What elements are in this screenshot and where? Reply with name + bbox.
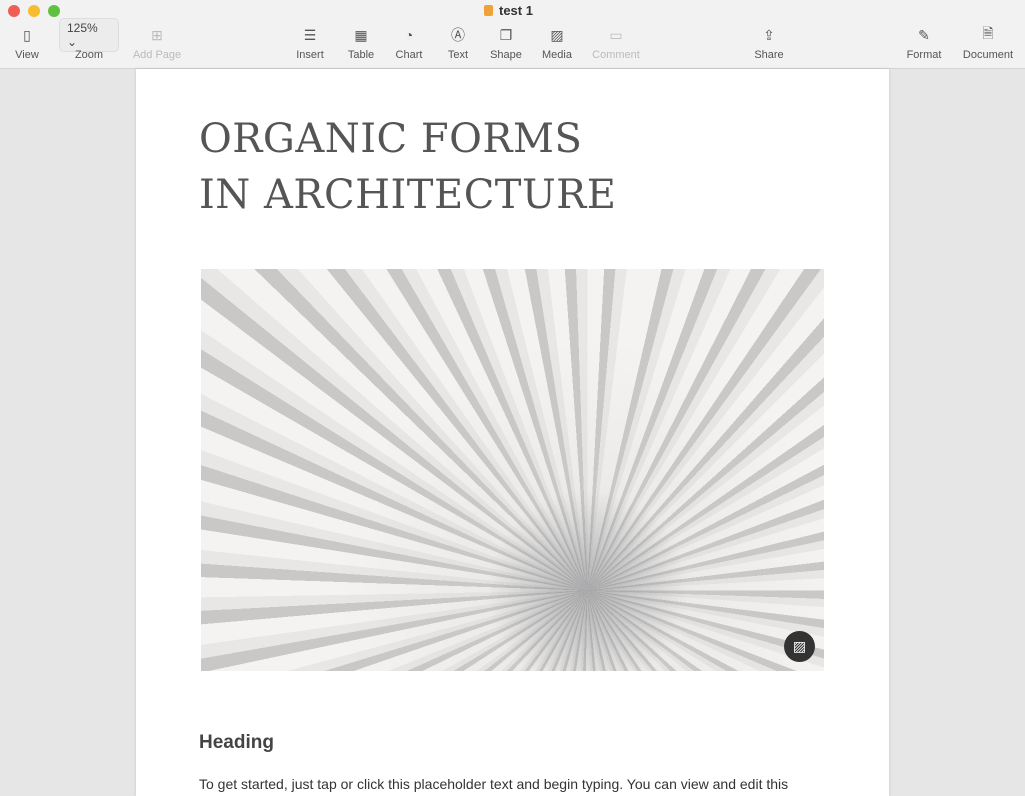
paintbrush-icon: ✎ (918, 26, 930, 43)
shape-label: Shape (490, 49, 522, 61)
heading[interactable]: Heading (199, 732, 274, 754)
architecture-image[interactable]: ▨ (201, 269, 824, 671)
table-label: Table (347, 49, 375, 61)
comment-icon: ▭ (609, 26, 623, 43)
zoom-button[interactable] (48, 5, 60, 17)
view-button[interactable]: ▯ View (0, 24, 57, 62)
document-label: Document (962, 49, 1014, 61)
share-button[interactable]: ⇪ Share (739, 24, 799, 62)
comment-button[interactable]: ▭ Comment (586, 24, 646, 62)
media-button[interactable]: ▨ Media (527, 24, 587, 62)
text-box-icon: Ⓐ (451, 27, 465, 43)
toolbar: test 1 ▯ View 125% ⌄ Zoom ⊞ Add Page ☰ Inser… (0, 0, 1025, 69)
document-icon: 🗎 (982, 25, 994, 41)
close-button[interactable] (8, 5, 20, 17)
title-line-2: IN ARCHITECTURE (199, 172, 617, 218)
photo-icon: ▨ (550, 26, 564, 43)
zoom-label: Zoom (74, 49, 104, 61)
insert-icon: ☰ (303, 26, 317, 43)
shape-icon: ❐ (499, 26, 513, 43)
document-title[interactable]: ORGANIC FORMS IN ARCHITECTURE (199, 111, 617, 223)
document-button[interactable]: 🗎 Document (958, 24, 1018, 61)
media-label: Media (542, 49, 572, 61)
chevron-down-icon: ⌄ (67, 35, 78, 49)
zoom-menu[interactable]: 125% ⌄ Zoom (59, 18, 119, 61)
replace-image-button[interactable]: ▨ (784, 631, 815, 662)
share-icon: ⇪ (763, 26, 775, 43)
plus-square-icon: ⊞ (151, 26, 163, 43)
window-title: test 1 (484, 3, 533, 18)
add-page-label: Add Page (132, 49, 182, 61)
document-icon (484, 5, 493, 16)
zoom-value: 125% (67, 21, 98, 35)
add-page-button[interactable]: ⊞ Add Page (127, 24, 187, 62)
table-icon: ▦ (354, 26, 368, 43)
text-label: Text (447, 49, 469, 61)
body-text[interactable]: To get started, just tap or click this p… (199, 776, 788, 792)
comment-label: Comment (592, 49, 640, 61)
view-label: View (15, 49, 39, 61)
share-label: Share (754, 49, 784, 61)
sidebar-icon: ▯ (23, 26, 31, 43)
zoom-select[interactable]: 125% ⌄ (59, 18, 119, 52)
title-line-1: ORGANIC FORMS (199, 116, 583, 162)
format-button[interactable]: ✎ Format (894, 24, 954, 62)
chart-icon: ◔ (404, 27, 414, 43)
chart-label: Chart (395, 49, 423, 61)
format-label: Format (906, 49, 942, 61)
image-icon: ▨ (792, 638, 807, 654)
title-text: test 1 (499, 3, 533, 18)
insert-label: Insert (296, 49, 324, 61)
minimize-button[interactable] (28, 5, 40, 17)
document-page[interactable]: ORGANIC FORMS IN ARCHITECTURE ▨ Heading T… (136, 69, 889, 796)
window-controls (8, 5, 60, 17)
